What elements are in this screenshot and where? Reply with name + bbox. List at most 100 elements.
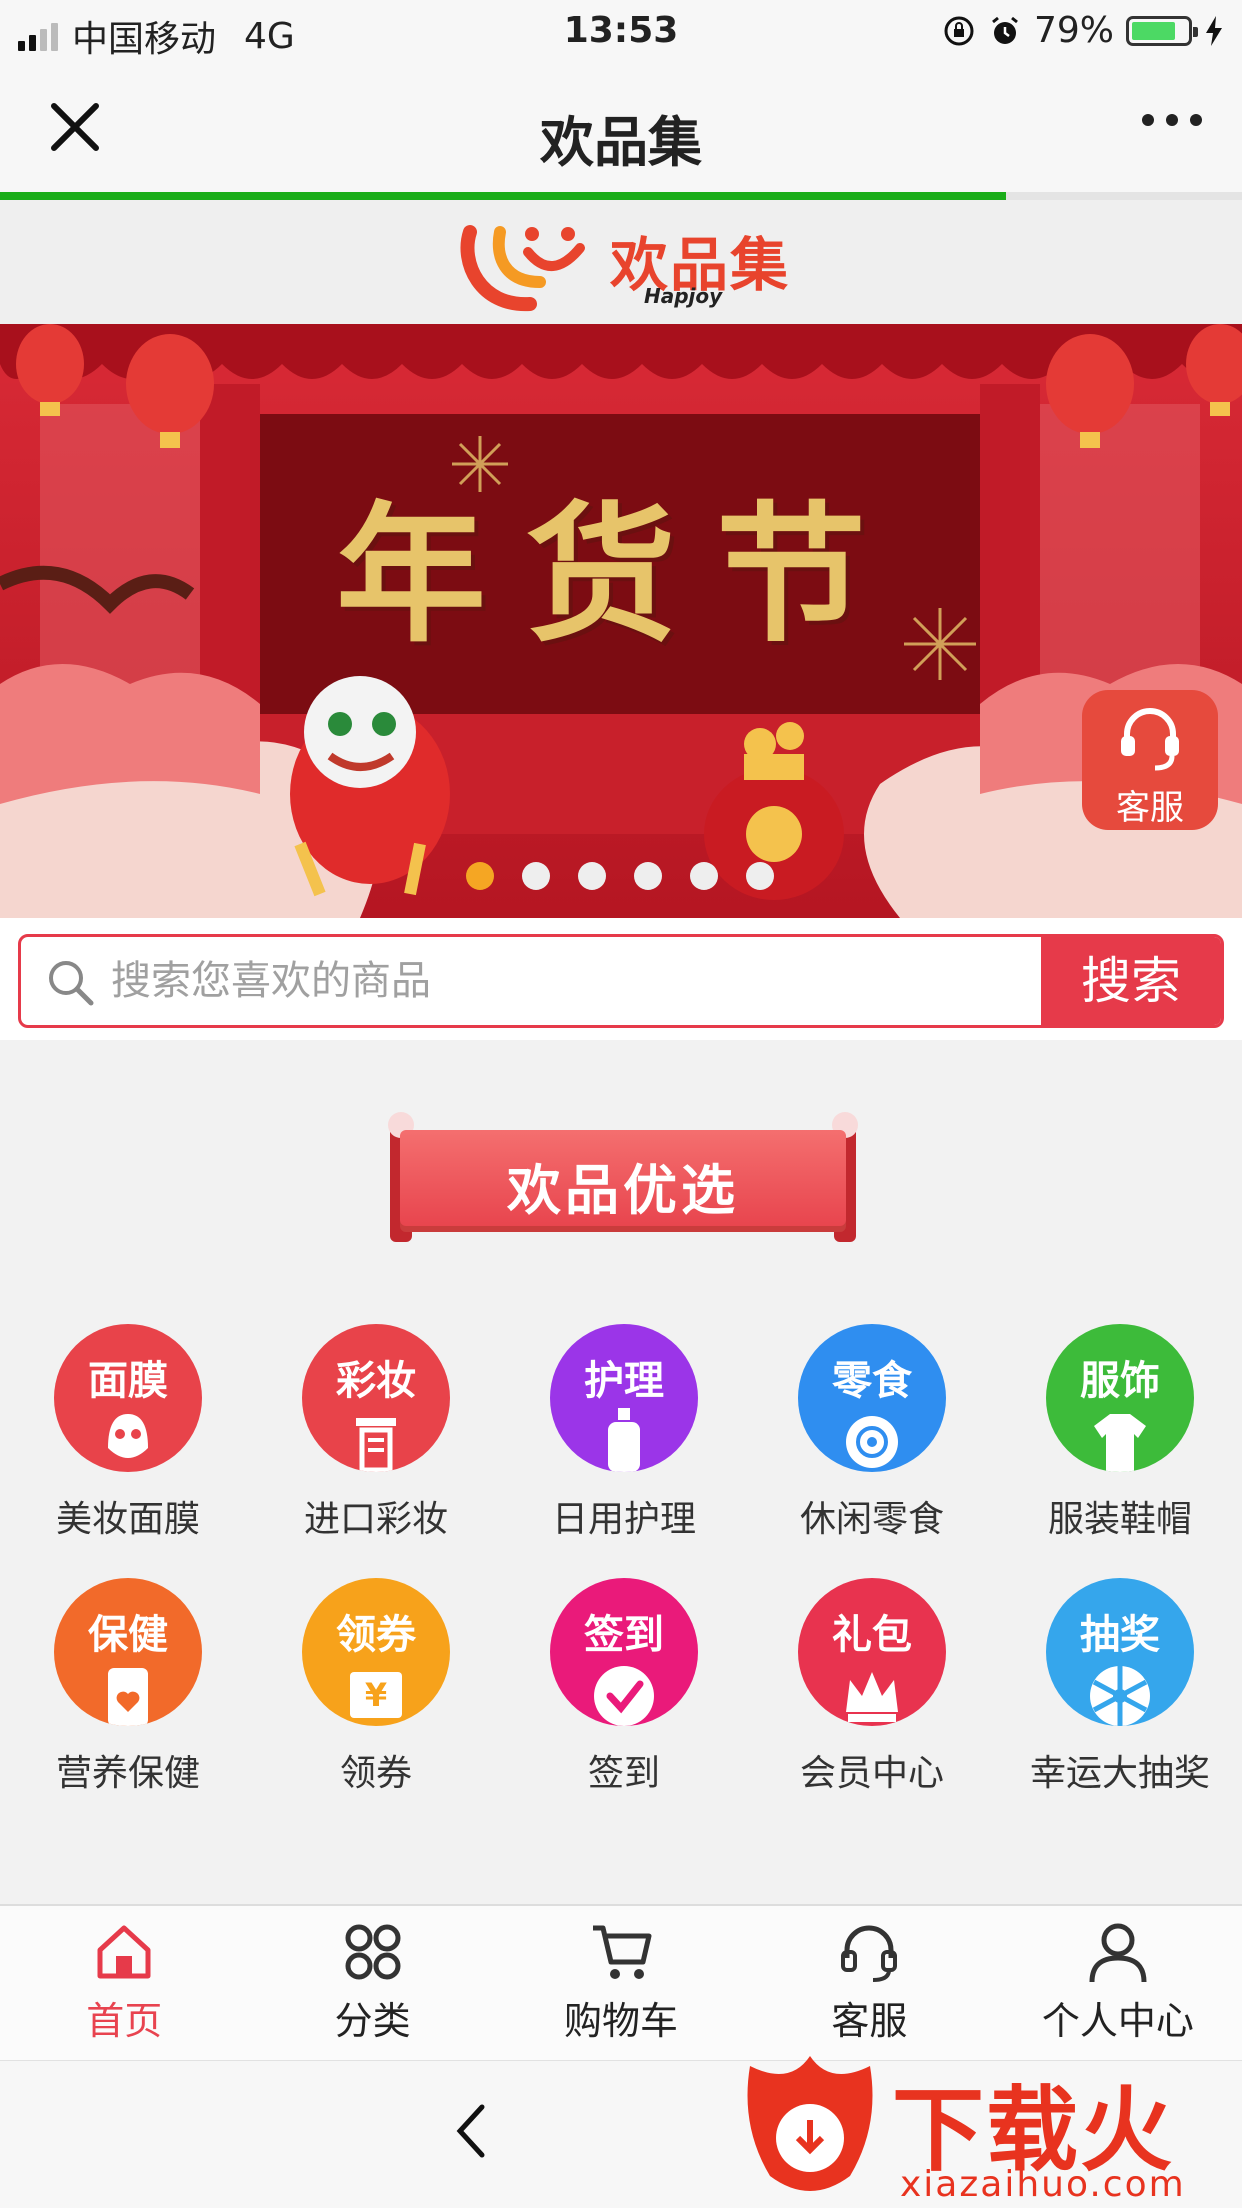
- category-item[interactable]: 彩妆 进口彩妆: [252, 1324, 500, 1542]
- battery-icon: [1126, 15, 1198, 46]
- category-badge: 服饰: [1046, 1324, 1194, 1472]
- alarm-icon: [992, 16, 1018, 44]
- customer-service-button[interactable]: 客服: [1082, 690, 1218, 830]
- more-options-icon[interactable]: [1142, 114, 1202, 126]
- category-item[interactable]: 签到 签到: [500, 1578, 748, 1796]
- category-badge-text: 抽奖: [1080, 1612, 1160, 1658]
- category-item[interactable]: 护理 日用护理: [500, 1324, 748, 1542]
- category-item[interactable]: 零食 休闲零食: [748, 1324, 996, 1542]
- category-badge-text: 保健: [88, 1612, 168, 1658]
- category-badge-text: 礼包: [832, 1612, 912, 1658]
- search-area: 搜索: [0, 918, 1242, 1040]
- coupon-icon: ¥: [350, 1672, 402, 1718]
- header-logo-area: 欢品集 Hapjoy: [0, 200, 1242, 324]
- mask-icon: [108, 1414, 148, 1458]
- search-button[interactable]: 搜索: [1041, 937, 1221, 1025]
- category-badge: 保健: [54, 1578, 202, 1726]
- flame-logo-icon: [747, 2056, 873, 2191]
- category-label: 会员中心: [799, 1753, 944, 1794]
- category-badge-text: 服饰: [1080, 1358, 1160, 1404]
- carousel-dot[interactable]: [690, 862, 718, 890]
- rotation-lock-icon: [944, 16, 974, 45]
- tab-label: 首页: [86, 1999, 163, 2043]
- category-badge-text: 护理: [584, 1358, 664, 1404]
- promo-banner[interactable]: 年货节 客服: [0, 324, 1242, 918]
- headset-icon: [1121, 708, 1179, 771]
- category-label: 领券: [339, 1753, 412, 1794]
- category-icon: [345, 1924, 401, 1980]
- tab-label: 客服: [831, 1999, 908, 2043]
- category-label: 美妆面膜: [55, 1499, 200, 1540]
- category-badge: 领券 ¥: [302, 1578, 450, 1726]
- category-badge: 护理: [550, 1324, 698, 1472]
- banner-headline: 年货节: [335, 487, 906, 663]
- category-badge: 面膜: [54, 1324, 202, 1472]
- category-label: 进口彩妆: [303, 1499, 448, 1540]
- category-badge: 抽奖: [1046, 1578, 1194, 1726]
- category-label: 签到: [587, 1753, 660, 1794]
- wheel-icon: [1090, 1666, 1150, 1726]
- page-title: 欢品集: [540, 111, 702, 174]
- category-grid: 面膜 美妆面膜 彩妆 进口彩妆 护理 日用护理 零食 休闲零食 服饰 服装鞋帽 保健 营养保健 领券 ¥ 领…: [0, 1324, 1242, 1796]
- battery-percent: 79%: [1033, 10, 1114, 51]
- customer-service-label: 客服: [1116, 788, 1184, 828]
- watermark: 下载火 xiazaihuo.com: [730, 2046, 1242, 2208]
- search-bar: 搜索: [18, 934, 1224, 1028]
- headset-icon: [841, 1925, 898, 1982]
- section-title: 欢品优选: [507, 1159, 739, 1222]
- carousel-dot[interactable]: [634, 862, 662, 890]
- category-badge: 礼包: [798, 1578, 946, 1726]
- tab-home[interactable]: 首页: [0, 1906, 248, 2060]
- lotion-bottle-icon: [608, 1408, 640, 1472]
- search-icon: [49, 961, 94, 1006]
- home-icon: [97, 1925, 151, 1979]
- carousel-dot[interactable]: [522, 862, 550, 890]
- logo-mark-icon: [460, 225, 585, 312]
- category-item[interactable]: 保健 营养保健: [4, 1578, 252, 1796]
- logo-tagline: Hapjoy: [644, 284, 723, 308]
- carousel-indicator: [466, 862, 774, 890]
- navigation-bar: 欢品集: [0, 62, 1242, 192]
- crown-icon: [846, 1672, 898, 1722]
- carousel-dot[interactable]: [746, 862, 774, 890]
- category-badge-text: 签到: [584, 1612, 664, 1658]
- tab-headset[interactable]: 客服: [745, 1906, 993, 2060]
- carousel-dot[interactable]: [578, 862, 606, 890]
- tab-category[interactable]: 分类: [248, 1906, 496, 2060]
- category-badge: 彩妆: [302, 1324, 450, 1472]
- tab-cart[interactable]: 购物车: [497, 1906, 745, 2060]
- category-label: 服装鞋帽: [1047, 1499, 1192, 1540]
- category-label: 日用护理: [551, 1499, 696, 1540]
- category-item[interactable]: 抽奖 幸运大抽奖: [996, 1578, 1242, 1796]
- category-badge: 签到: [550, 1578, 698, 1726]
- category-badge-text: 领券: [336, 1612, 416, 1658]
- lipstick-icon: [356, 1418, 396, 1472]
- snack-icon: [846, 1416, 898, 1468]
- search-input[interactable]: [111, 937, 1031, 1025]
- tab-label: 个人中心: [1041, 1999, 1194, 2043]
- charging-icon: [1206, 15, 1222, 46]
- category-item[interactable]: 服饰 服装鞋帽: [996, 1324, 1242, 1542]
- category-item[interactable]: 领券 ¥ 领券: [252, 1578, 500, 1796]
- tshirt-icon: [1094, 1414, 1146, 1472]
- category-label: 幸运大抽奖: [1029, 1753, 1210, 1794]
- tab-user[interactable]: 个人中心: [994, 1906, 1242, 2060]
- bottom-tab-bar: 首页 分类 购物车 客服 个人中心: [0, 1904, 1242, 2060]
- tab-label: 分类: [334, 1999, 411, 2043]
- category-label: 休闲零食: [799, 1499, 944, 1540]
- carousel-dot[interactable]: [466, 862, 494, 890]
- back-arrow-icon[interactable]: [452, 2101, 492, 2161]
- category-badge-text: 零食: [832, 1358, 912, 1404]
- category-badge-text: 面膜: [88, 1358, 168, 1404]
- watermark-url: xiazaihuo.com: [900, 2164, 1186, 2205]
- category-item[interactable]: 面膜 美妆面膜: [4, 1324, 252, 1542]
- category-item[interactable]: 礼包 会员中心: [748, 1578, 996, 1796]
- health-icon: [108, 1668, 148, 1726]
- category-badge: 零食: [798, 1324, 946, 1472]
- svg-text:¥: ¥: [365, 1676, 387, 1714]
- section-title-banner: 欢品优选: [388, 1112, 858, 1246]
- cart-icon: [593, 1925, 652, 1979]
- category-badge-text: 彩妆: [336, 1358, 416, 1404]
- tab-label: 购物车: [564, 1999, 679, 2043]
- brand-logo[interactable]: 欢品集 Hapjoy: [460, 212, 790, 312]
